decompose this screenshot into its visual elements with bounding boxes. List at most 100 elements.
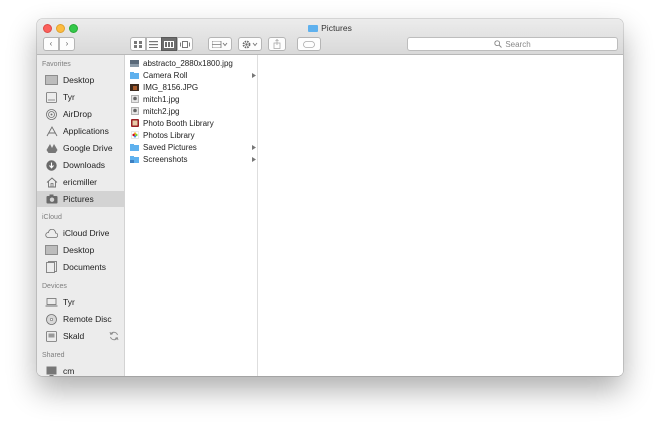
folder-icon xyxy=(130,155,139,163)
sidebar-item-label: AirDrop xyxy=(63,109,92,119)
sidebar-item-airdrop[interactable]: AirDrop xyxy=(37,106,124,122)
file-row-camera-roll[interactable]: Camera Roll xyxy=(126,69,258,81)
sidebar-item-applications[interactable]: Applications xyxy=(37,123,124,139)
computer-icon xyxy=(45,366,58,376)
disk-icon xyxy=(45,91,58,103)
forward-button[interactable]: › xyxy=(59,37,75,51)
list-view-icon xyxy=(149,40,158,48)
gear-icon xyxy=(242,40,258,48)
sidebar-item-google-drive[interactable]: Google Drive xyxy=(37,140,124,156)
airdrop-icon xyxy=(45,108,58,120)
sidebar-item-label: Remote Disc xyxy=(63,314,112,324)
photos-icon xyxy=(130,131,139,139)
tags-button[interactable] xyxy=(297,37,321,51)
sidebar-item-cm[interactable]: cm xyxy=(37,363,124,376)
shared-heading: Shared xyxy=(42,352,65,359)
sidebar-item-label: ericmiller xyxy=(63,177,97,187)
sidebar-item-label: Tyr xyxy=(63,92,75,102)
favorites-heading: Favorites xyxy=(42,61,71,68)
column-view-icon xyxy=(164,40,174,48)
applications-icon xyxy=(45,125,58,137)
sidebar-item-icloud-drive[interactable]: iCloud Drive xyxy=(37,225,124,241)
list-view-button[interactable] xyxy=(145,37,162,51)
search-field[interactable]: Search xyxy=(407,37,618,51)
icon-view-icon xyxy=(134,40,142,48)
laptop-icon xyxy=(45,297,58,308)
sidebar-item-label: Desktop xyxy=(63,75,95,85)
sync-icon[interactable] xyxy=(109,331,119,343)
sidebar-item-label: iCloud Drive xyxy=(63,228,110,238)
sidebar-item-pictures[interactable]: Pictures xyxy=(37,191,124,207)
devices-heading: Devices xyxy=(42,283,67,290)
cover-flow-icon xyxy=(179,40,190,48)
chevron-left-icon: ‹ xyxy=(49,39,53,48)
sidebar-item-label: Pictures xyxy=(63,194,94,204)
window-title-text: Pictures xyxy=(321,23,352,33)
file-name: Photo Booth Library xyxy=(143,118,214,128)
image-icon xyxy=(130,59,139,67)
column-view-button[interactable] xyxy=(161,37,177,51)
desktop-icon xyxy=(45,75,58,86)
sidebar-item-label: Skald xyxy=(63,331,85,341)
sidebar-item-tyr[interactable]: Tyr xyxy=(37,89,124,105)
back-button[interactable]: ‹ xyxy=(43,37,59,51)
sidebar-item-label: Documents xyxy=(63,262,106,272)
file-row-abstracto[interactable]: abstracto_2880x1800.jpg xyxy=(126,57,258,69)
tag-icon xyxy=(303,40,315,48)
title-bar: Pictures ‹ › Search xyxy=(37,19,623,55)
file-name: Saved Pictures xyxy=(143,142,197,152)
chevron-right-icon xyxy=(252,143,256,152)
icon-view-button[interactable] xyxy=(130,37,146,51)
sidebar-item-tyr-device[interactable]: Tyr xyxy=(37,294,124,310)
sidebar-item-label: Desktop xyxy=(63,245,95,255)
sidebar: Favorites Desktop Tyr AirDrop Applicatio… xyxy=(37,55,125,376)
sidebar-item-ericmiller[interactable]: ericmiller xyxy=(37,174,124,190)
sidebar-item-skald[interactable]: Skald xyxy=(37,328,124,344)
sidebar-item-label: Google Drive xyxy=(63,143,113,153)
file-name: Screenshots xyxy=(143,154,188,164)
arrange-button[interactable] xyxy=(208,37,232,51)
sidebar-item-label: cm xyxy=(63,366,75,376)
file-row-photo-booth-library[interactable]: Photo Booth Library xyxy=(126,117,258,129)
arrange-icon xyxy=(212,40,228,48)
file-row-img-8156[interactable]: IMG_8156.JPG xyxy=(126,81,258,93)
file-row-saved-pictures[interactable]: Saved Pictures xyxy=(126,141,258,153)
file-name: mitch1.jpg xyxy=(143,94,180,104)
sidebar-item-downloads[interactable]: Downloads xyxy=(37,157,124,173)
drive-icon xyxy=(45,330,58,342)
home-icon xyxy=(45,176,58,188)
share-icon xyxy=(273,39,281,49)
view-mode-group xyxy=(130,37,193,51)
file-row-mitch1[interactable]: mitch1.jpg xyxy=(126,93,258,105)
image-icon xyxy=(130,83,139,91)
sidebar-item-documents[interactable]: Documents xyxy=(37,259,124,275)
file-row-photos-library[interactable]: Photos Library xyxy=(126,129,258,141)
desktop-icon xyxy=(45,245,58,256)
share-button[interactable] xyxy=(268,37,286,51)
search-placeholder: Search xyxy=(505,39,531,49)
action-button[interactable] xyxy=(238,37,262,51)
file-name: IMG_8156.JPG xyxy=(143,82,199,92)
sidebar-item-remote-disc[interactable]: Remote Disc xyxy=(37,311,124,327)
image-icon xyxy=(130,107,139,115)
chevron-right-icon: › xyxy=(65,39,69,48)
downloads-icon xyxy=(45,159,58,171)
camera-icon xyxy=(45,194,58,205)
file-row-mitch2[interactable]: mitch2.jpg xyxy=(126,105,258,117)
cover-flow-view-button[interactable] xyxy=(176,37,193,51)
file-name: Camera Roll xyxy=(143,70,188,80)
sidebar-item-label: Tyr xyxy=(63,297,75,307)
icloud-heading: iCloud xyxy=(42,214,62,221)
file-row-screenshots[interactable]: Screenshots xyxy=(126,153,258,165)
sidebar-item-label: Applications xyxy=(63,126,109,136)
file-column: abstracto_2880x1800.jpg Camera Roll IMG_… xyxy=(126,55,258,376)
sidebar-item-label: Downloads xyxy=(63,160,106,170)
sidebar-item-icloud-desktop[interactable]: Desktop xyxy=(37,242,124,258)
finder-window: Pictures ‹ › Search Favorites Desktop Ty… xyxy=(37,19,623,376)
cloud-icon xyxy=(45,228,58,239)
file-name: Photos Library xyxy=(143,130,195,140)
image-icon xyxy=(130,95,139,103)
sidebar-item-desktop[interactable]: Desktop xyxy=(37,72,124,88)
file-name: abstracto_2880x1800.jpg xyxy=(143,58,233,68)
folder-icon xyxy=(130,143,139,151)
